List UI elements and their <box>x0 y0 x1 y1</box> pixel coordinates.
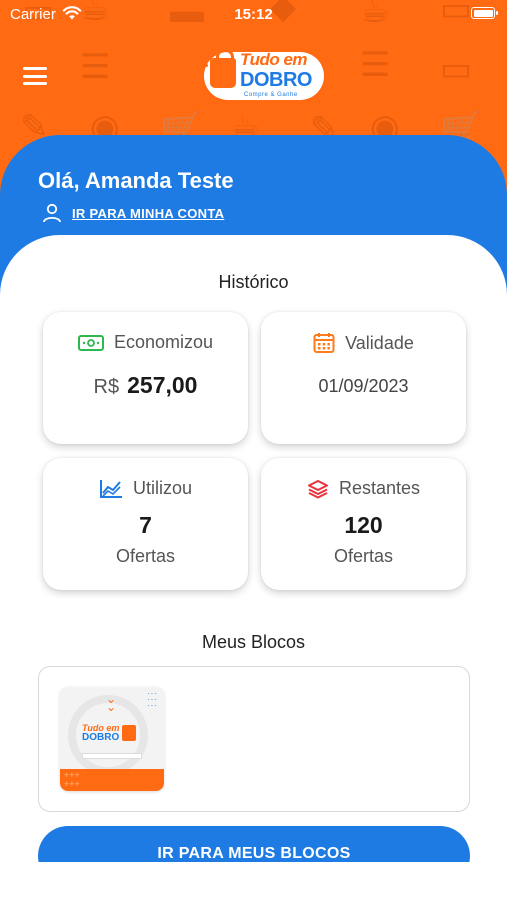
stat-utilizou-value: 7 <box>139 512 152 538</box>
chevron-down-icon: ⌄ ⌄ <box>106 692 117 714</box>
user-icon <box>43 203 61 223</box>
stat-economizou: Economizou R$ 257,00 <box>43 312 248 444</box>
stat-validade-label: Validade <box>345 332 414 353</box>
speed-lines-icon <box>186 64 208 85</box>
stat-validade: Validade 01/09/2023 <box>261 312 466 444</box>
logo-tagline: Compre & Ganhe <box>244 92 298 98</box>
plus-pattern-icon: +++ +++ <box>64 770 80 789</box>
stat-validade-value: 01/09/2023 <box>318 376 409 396</box>
currency-symbol: R$ <box>93 376 120 398</box>
stat-restantes-label: Restantes <box>338 478 421 498</box>
layers-icon <box>307 479 328 498</box>
blocks-list: ⌄ ⌄ ··· ··· ··· Tudo em DOBRO +++ +++ <box>38 666 470 812</box>
greeting: Olá, Amanda Teste <box>38 168 234 193</box>
status-bar: Carrier 15:12 <box>0 0 507 30</box>
shopping-bag-icon <box>122 725 136 741</box>
stat-economizou-value: 257,00 <box>127 372 198 398</box>
historico-title: Histórico <box>218 272 289 292</box>
block-logo-main: DOBRO <box>82 732 120 743</box>
stat-utilizou: Utilizou 7 Ofertas <box>43 458 248 590</box>
app-logo: Tudo em DOBRO Compre & Ganhe <box>182 42 328 104</box>
calendar-icon <box>313 333 335 353</box>
chart-icon <box>99 479 122 498</box>
bottom-safe-area <box>0 862 507 900</box>
account-link-label: IR PARA MINHA CONTA <box>72 205 225 221</box>
stat-restantes-unit: Ofertas <box>333 546 394 566</box>
logo-text-top: Tudo em <box>240 50 308 69</box>
account-link[interactable]: IR PARA MINHA CONTA <box>42 203 224 223</box>
stat-restantes-value: 120 <box>344 512 383 538</box>
logo-text-main: DOBRO <box>240 69 312 91</box>
clock: 15:12 <box>234 6 273 23</box>
battery-icon <box>471 7 498 19</box>
hamburger-menu-icon[interactable] <box>23 67 47 85</box>
shopping-bag-icon <box>210 49 236 88</box>
stat-economizou-label: Economizou <box>113 332 214 352</box>
block-item[interactable]: ⌄ ⌄ ··· ··· ··· Tudo em DOBRO +++ +++ <box>60 687 164 791</box>
meus-blocos-title: Meus Blocos <box>201 632 306 652</box>
stat-utilizou-unit: Ofertas <box>115 546 176 566</box>
money-icon <box>77 334 104 351</box>
stat-restantes: Restantes 120 Ofertas <box>261 458 466 590</box>
dots-pattern-icon: ··· ··· ··· <box>147 689 158 710</box>
stat-utilizou-label: Utilizou <box>132 478 193 498</box>
